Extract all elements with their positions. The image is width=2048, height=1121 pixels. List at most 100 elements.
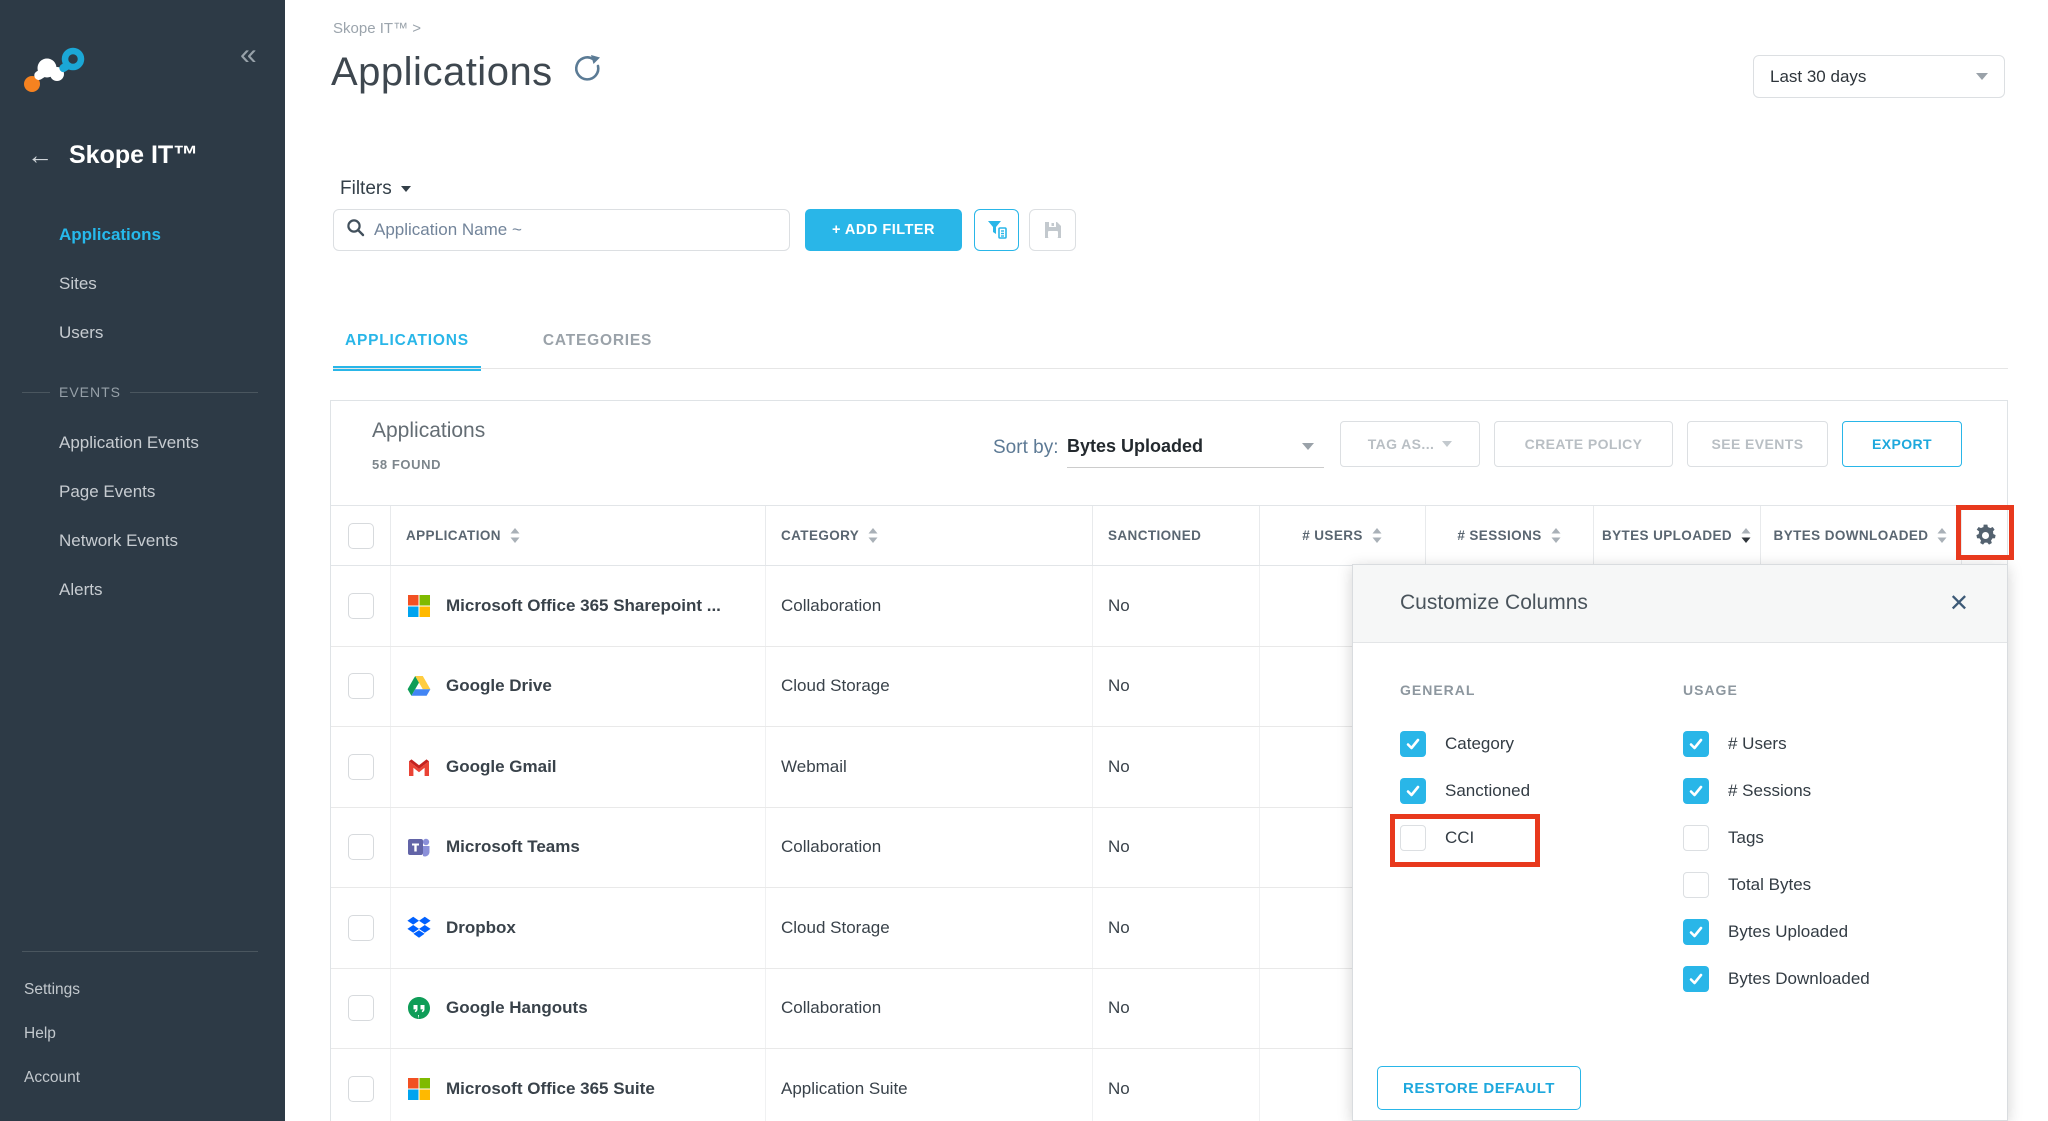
- tab-applications[interactable]: APPLICATIONS: [333, 332, 481, 371]
- back-arrow-icon[interactable]: ←: [27, 140, 53, 171]
- column-label: BYTES DOWNLOADED: [1774, 528, 1929, 543]
- application-cell[interactable]: Microsoft Teams: [391, 808, 766, 888]
- sidebar-title[interactable]: ← Skope IT™: [27, 140, 198, 171]
- sort-by-value: Bytes Uploaded: [1067, 436, 1203, 457]
- checkbox-checked-icon[interactable]: [1683, 919, 1709, 945]
- column-header-bytes-uploaded[interactable]: BYTES UPLOADED: [1594, 506, 1761, 565]
- application-cell[interactable]: Dropbox: [391, 888, 766, 968]
- sidebar-item-settings[interactable]: Settings: [0, 968, 285, 1012]
- filters-label: Filters: [340, 178, 392, 200]
- sidebar-item-help[interactable]: Help: [0, 1012, 285, 1056]
- sidebar-events-nav: Application EventsPage EventsNetwork Eve…: [0, 418, 285, 614]
- close-icon[interactable]: ✕: [1949, 589, 1969, 618]
- export-button[interactable]: EXPORT: [1842, 421, 1962, 467]
- column-toggle-total-bytes[interactable]: Total Bytes: [1683, 872, 1983, 898]
- application-cell[interactable]: Microsoft Office 365 Suite: [391, 1049, 766, 1121]
- row-checkbox[interactable]: [348, 834, 374, 860]
- column-toggle-users[interactable]: # Users: [1683, 731, 1983, 757]
- page-title: Applications: [331, 50, 603, 95]
- sort-by-dropdown[interactable]: Bytes Uploaded: [1067, 426, 1324, 468]
- column-toggle-label: Total Bytes: [1728, 875, 1811, 895]
- create-policy-button[interactable]: CREATE POLICY: [1494, 421, 1673, 467]
- filters-toggle[interactable]: Filters: [340, 178, 411, 200]
- application-search[interactable]: [333, 209, 790, 251]
- result-count: 58 FOUND: [372, 457, 441, 472]
- panel-header: Applications 58 FOUND Sort by: Bytes Upl…: [331, 401, 2007, 506]
- category-cell: Application Suite: [766, 1049, 1093, 1121]
- customize-columns-button[interactable]: [1962, 506, 2009, 565]
- column-toggle-sanctioned[interactable]: Sanctioned: [1400, 778, 1670, 804]
- sidebar-item-alerts[interactable]: Alerts: [0, 565, 285, 614]
- column-header-users[interactable]: # USERS: [1260, 506, 1426, 565]
- sanctioned-cell: No: [1093, 1049, 1260, 1121]
- application-cell[interactable]: Google Drive: [391, 647, 766, 727]
- checkbox-checked-icon[interactable]: [1683, 778, 1709, 804]
- checkbox-checked-icon[interactable]: [1400, 731, 1426, 757]
- row-checkbox[interactable]: [348, 593, 374, 619]
- row-checkbox[interactable]: [348, 754, 374, 780]
- restore-default-button[interactable]: RESTORE DEFAULT: [1377, 1066, 1581, 1110]
- column-label: # USERS: [1302, 528, 1363, 543]
- search-input[interactable]: [374, 220, 777, 240]
- column-toggle-tags[interactable]: Tags: [1683, 825, 1983, 851]
- column-toggle-bytes-uploaded[interactable]: Bytes Uploaded: [1683, 919, 1983, 945]
- teams-icon: [406, 834, 432, 860]
- time-range-dropdown[interactable]: Last 30 days: [1753, 55, 2005, 98]
- filter-list-button[interactable]: [974, 209, 1019, 251]
- tag-as-button[interactable]: TAG AS...: [1340, 421, 1480, 467]
- column-toggle-label: CCI: [1445, 828, 1474, 848]
- checkbox-unchecked-icon[interactable]: [1683, 872, 1709, 898]
- save-filter-button[interactable]: [1029, 209, 1076, 251]
- checkbox-unchecked-icon[interactable]: [1400, 825, 1426, 851]
- netskope-logo-icon: [23, 46, 89, 103]
- panel-title: Applications: [372, 419, 485, 443]
- checkbox-checked-icon[interactable]: [1683, 731, 1709, 757]
- column-toggle-cci[interactable]: CCI: [1400, 825, 1670, 851]
- sidebar-item-applications[interactable]: Applications: [0, 210, 285, 259]
- column-label: SANCTIONED: [1108, 528, 1201, 543]
- sidebar-section-events: EVENTS: [0, 381, 285, 403]
- breadcrumb[interactable]: Skope IT™ >: [333, 20, 421, 37]
- application-name: Microsoft Office 365 Sharepoint ...: [446, 596, 721, 616]
- row-checkbox[interactable]: [348, 915, 374, 941]
- application-cell[interactable]: Google Gmail: [391, 727, 766, 807]
- popup-heading-usage: USAGE: [1683, 682, 1983, 698]
- refresh-icon[interactable]: [571, 50, 603, 95]
- popup-title: Customize Columns: [1400, 591, 1588, 615]
- add-filter-button[interactable]: + ADD FILTER: [805, 209, 962, 251]
- tab-categories[interactable]: CATEGORIES: [531, 332, 664, 371]
- sidebar-item-account[interactable]: Account: [0, 1056, 285, 1100]
- column-header-bytes-downloaded[interactable]: BYTES DOWNLOADED: [1761, 506, 1962, 565]
- sidebar-item-page-events[interactable]: Page Events: [0, 467, 285, 516]
- sidebar-collapse-icon[interactable]: «: [240, 38, 257, 72]
- sidebar-item-users[interactable]: Users: [0, 308, 285, 357]
- column-toggle-sessions[interactable]: # Sessions: [1683, 778, 1983, 804]
- sort-icon: [1550, 527, 1562, 544]
- application-cell[interactable]: Microsoft Office 365 Sharepoint ...: [391, 566, 766, 646]
- chevron-down-icon: [1302, 443, 1314, 450]
- see-events-button[interactable]: SEE EVENTS: [1687, 421, 1828, 467]
- row-checkbox[interactable]: [348, 673, 374, 699]
- checkbox-checked-icon[interactable]: [1400, 778, 1426, 804]
- column-header-sanctioned[interactable]: SANCTIONED: [1093, 506, 1260, 565]
- sidebar-item-application-events[interactable]: Application Events: [0, 418, 285, 467]
- column-toggle-bytes-downloaded[interactable]: Bytes Downloaded: [1683, 966, 1983, 992]
- popup-header: Customize Columns ✕: [1353, 565, 2007, 643]
- column-header-sessions[interactable]: # SESSIONS: [1426, 506, 1594, 565]
- microsoft-icon: [406, 1076, 432, 1102]
- sidebar-item-sites[interactable]: Sites: [0, 259, 285, 308]
- row-checkbox[interactable]: [348, 995, 374, 1021]
- column-label: BYTES UPLOADED: [1602, 528, 1732, 543]
- checkbox-checked-icon[interactable]: [1683, 966, 1709, 992]
- row-checkbox[interactable]: [348, 1076, 374, 1102]
- sanctioned-cell: No: [1093, 969, 1260, 1049]
- column-toggle-label: Tags: [1728, 828, 1764, 848]
- column-header-category[interactable]: CATEGORY: [766, 506, 1093, 565]
- sidebar-item-network-events[interactable]: Network Events: [0, 516, 285, 565]
- column-toggle-category[interactable]: Category: [1400, 731, 1670, 757]
- select-all-checkbox[interactable]: [348, 523, 374, 549]
- application-cell[interactable]: Google Hangouts: [391, 969, 766, 1049]
- checkbox-unchecked-icon[interactable]: [1683, 825, 1709, 851]
- column-header-application[interactable]: APPLICATION: [391, 506, 766, 565]
- tab-divider: [333, 368, 2008, 369]
